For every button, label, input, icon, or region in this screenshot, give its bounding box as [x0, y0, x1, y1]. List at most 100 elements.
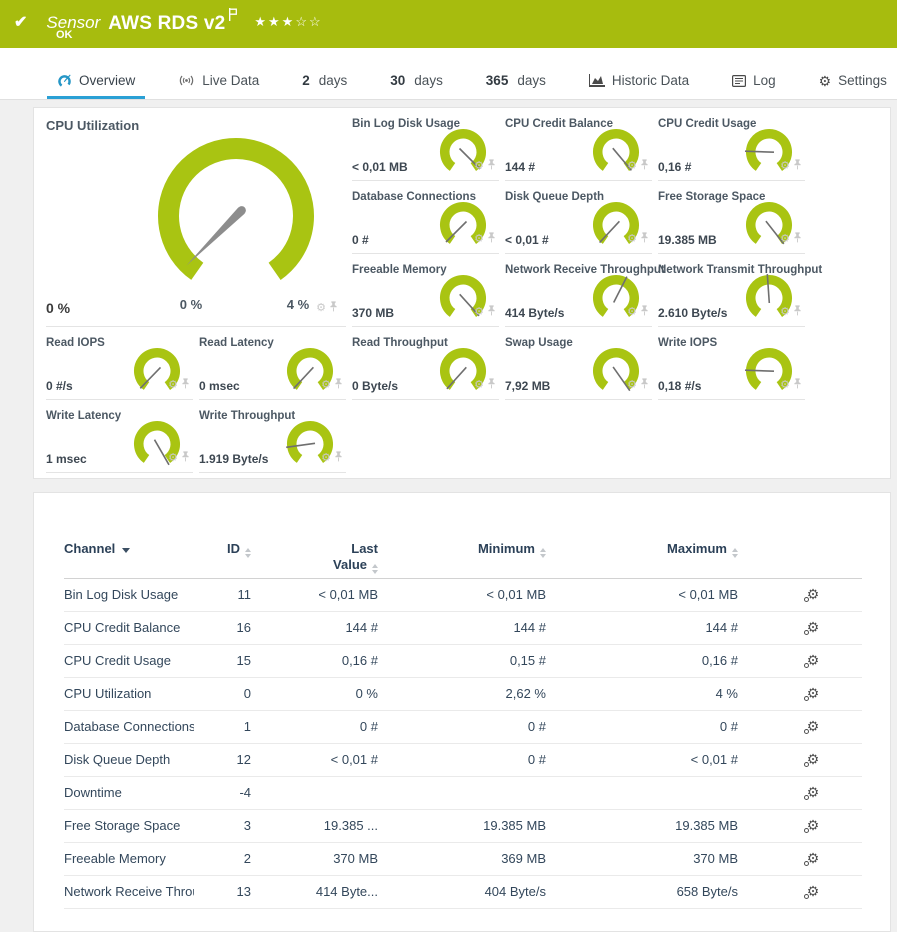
gear-icon[interactable]: ⚙: [316, 303, 326, 314]
tab-overview[interactable]: Overview: [55, 48, 137, 99]
pin-icon[interactable]: [334, 376, 343, 394]
column-header-minimum[interactable]: Minimum: [378, 529, 546, 578]
sort-icon: [372, 564, 378, 574]
cell-actions: ⚙: [738, 677, 862, 710]
tab-365-days[interactable]: 365days: [484, 48, 548, 99]
pin-icon[interactable]: [793, 157, 802, 175]
gear-icon[interactable]: ⚙: [627, 161, 637, 172]
gear-icon[interactable]: ⚙: [780, 234, 790, 245]
gear-icon[interactable]: ⚙: [321, 380, 331, 391]
pin-icon[interactable]: [640, 376, 649, 394]
tab-live-data[interactable]: Live Data: [176, 48, 261, 99]
pin-icon[interactable]: [334, 449, 343, 467]
main-gauge-cell: CPU Utilization 0 % 4 % 0 % ⚙: [46, 116, 346, 327]
tab-historic-data[interactable]: Historic Data: [587, 48, 691, 99]
gauge-actions: ⚙: [474, 157, 496, 175]
column-header-channel[interactable]: Channel: [64, 529, 194, 578]
gear-icon[interactable]: ⚙: [627, 234, 637, 245]
flag-icon[interactable]: [228, 8, 238, 26]
gear-icon[interactable]: ⚙: [780, 380, 790, 391]
cell-last-value: [251, 776, 378, 809]
gauge-value: 414 Byte/s: [505, 306, 564, 320]
cell-id: 0: [194, 677, 251, 710]
gauge-value: 7,92 MB: [505, 379, 550, 393]
cell-channel[interactable]: Bin Log Disk Usage: [64, 578, 194, 611]
channel-settings-icon[interactable]: ⚙: [807, 653, 820, 667]
cell-maximum: [546, 776, 738, 809]
cell-channel[interactable]: Network Receive Throu...: [64, 875, 194, 908]
cell-channel[interactable]: CPU Credit Usage: [64, 644, 194, 677]
gauge-title: Network Receive Throughput: [505, 262, 652, 276]
gear-icon[interactable]: ⚙: [474, 307, 484, 318]
table-row: CPU Utilization00 %2,62 %4 %⚙: [64, 677, 862, 710]
pin-icon[interactable]: [487, 303, 496, 321]
gauge-actions: ⚙: [321, 449, 343, 467]
column-header-last-value[interactable]: LastValue: [251, 529, 378, 578]
priority-stars[interactable]: ★★★☆☆: [254, 15, 322, 28]
cell-channel[interactable]: CPU Credit Balance: [64, 611, 194, 644]
pin-icon[interactable]: [793, 230, 802, 248]
gauge-grid: CPU Utilization 0 % 4 % 0 % ⚙ Bin Log Di…: [46, 116, 890, 473]
cell-id: 1: [194, 710, 251, 743]
live-icon: [178, 74, 195, 87]
gear-icon[interactable]: ⚙: [168, 453, 178, 464]
tab-2-days[interactable]: 2days: [300, 48, 349, 99]
column-label: Maximum: [667, 541, 727, 556]
gear-icon[interactable]: ⚙: [780, 307, 790, 318]
channel-settings-icon[interactable]: ⚙: [807, 752, 820, 766]
gauge-cell: Network Receive Throughput 414 Byte/s ⚙: [505, 262, 652, 327]
channel-settings-icon[interactable]: ⚙: [807, 719, 820, 733]
gauge-actions: ⚙: [474, 230, 496, 248]
pin-icon[interactable]: [487, 157, 496, 175]
cell-id: -4: [194, 776, 251, 809]
pin-icon[interactable]: [640, 157, 649, 175]
cell-channel[interactable]: Freeable Memory: [64, 842, 194, 875]
pin-icon[interactable]: [793, 376, 802, 394]
gauge-value: < 0,01 MB: [352, 160, 408, 174]
channel-settings-icon[interactable]: ⚙: [807, 785, 820, 799]
channel-settings-icon[interactable]: ⚙: [807, 884, 820, 898]
gauge-title: Free Storage Space: [658, 189, 805, 203]
channel-settings-icon[interactable]: ⚙: [807, 818, 820, 832]
channel-settings-icon[interactable]: ⚙: [807, 851, 820, 865]
gauge-value: 1.919 Byte/s: [199, 452, 268, 466]
channel-settings-icon[interactable]: ⚙: [807, 686, 820, 700]
gauge-cell: Write Throughput1.919 Byte/s⚙: [199, 408, 346, 473]
gauge-cell: CPU Credit Balance144 #⚙: [505, 116, 652, 181]
gear-icon[interactable]: ⚙: [627, 380, 637, 391]
cell-channel[interactable]: Downtime: [64, 776, 194, 809]
pin-icon[interactable]: [181, 449, 190, 467]
gear-icon[interactable]: ⚙: [474, 234, 484, 245]
sort-desc-icon: [122, 548, 130, 553]
gear-icon[interactable]: ⚙: [627, 307, 637, 318]
tab-log[interactable]: Log: [730, 48, 778, 99]
gear-icon[interactable]: ⚙: [474, 161, 484, 172]
cell-id: 16: [194, 611, 251, 644]
pin-icon[interactable]: [793, 303, 802, 321]
cell-channel[interactable]: CPU Utilization: [64, 677, 194, 710]
tab-label: Historic Data: [612, 73, 689, 88]
pin-icon[interactable]: [329, 299, 338, 317]
tab-settings[interactable]: ⚙Settings: [817, 48, 889, 99]
cell-channel[interactable]: Free Storage Space: [64, 809, 194, 842]
tab-30-days[interactable]: 30days: [388, 48, 445, 99]
column-header-id[interactable]: ID: [194, 529, 251, 578]
channel-settings-icon[interactable]: ⚙: [807, 620, 820, 634]
page-title: AWS RDS v2: [108, 14, 225, 33]
channel-settings-icon[interactable]: ⚙: [807, 587, 820, 601]
column-header-maximum[interactable]: Maximum: [546, 529, 738, 578]
gear-icon[interactable]: ⚙: [321, 453, 331, 464]
gauge-icon: [57, 73, 72, 88]
pin-icon[interactable]: [487, 230, 496, 248]
pin-icon[interactable]: [181, 376, 190, 394]
cell-channel[interactable]: Database Connections: [64, 710, 194, 743]
pin-icon[interactable]: [487, 376, 496, 394]
pin-icon[interactable]: [640, 230, 649, 248]
gear-icon[interactable]: ⚙: [474, 380, 484, 391]
cell-channel[interactable]: Disk Queue Depth: [64, 743, 194, 776]
gear-icon[interactable]: ⚙: [168, 380, 178, 391]
cell-minimum: < 0,01 MB: [378, 578, 546, 611]
pin-icon[interactable]: [640, 303, 649, 321]
gear-icon[interactable]: ⚙: [780, 161, 790, 172]
channels-panel: ChannelIDLastValueMinimum Maximum Bin Log…: [33, 492, 891, 932]
